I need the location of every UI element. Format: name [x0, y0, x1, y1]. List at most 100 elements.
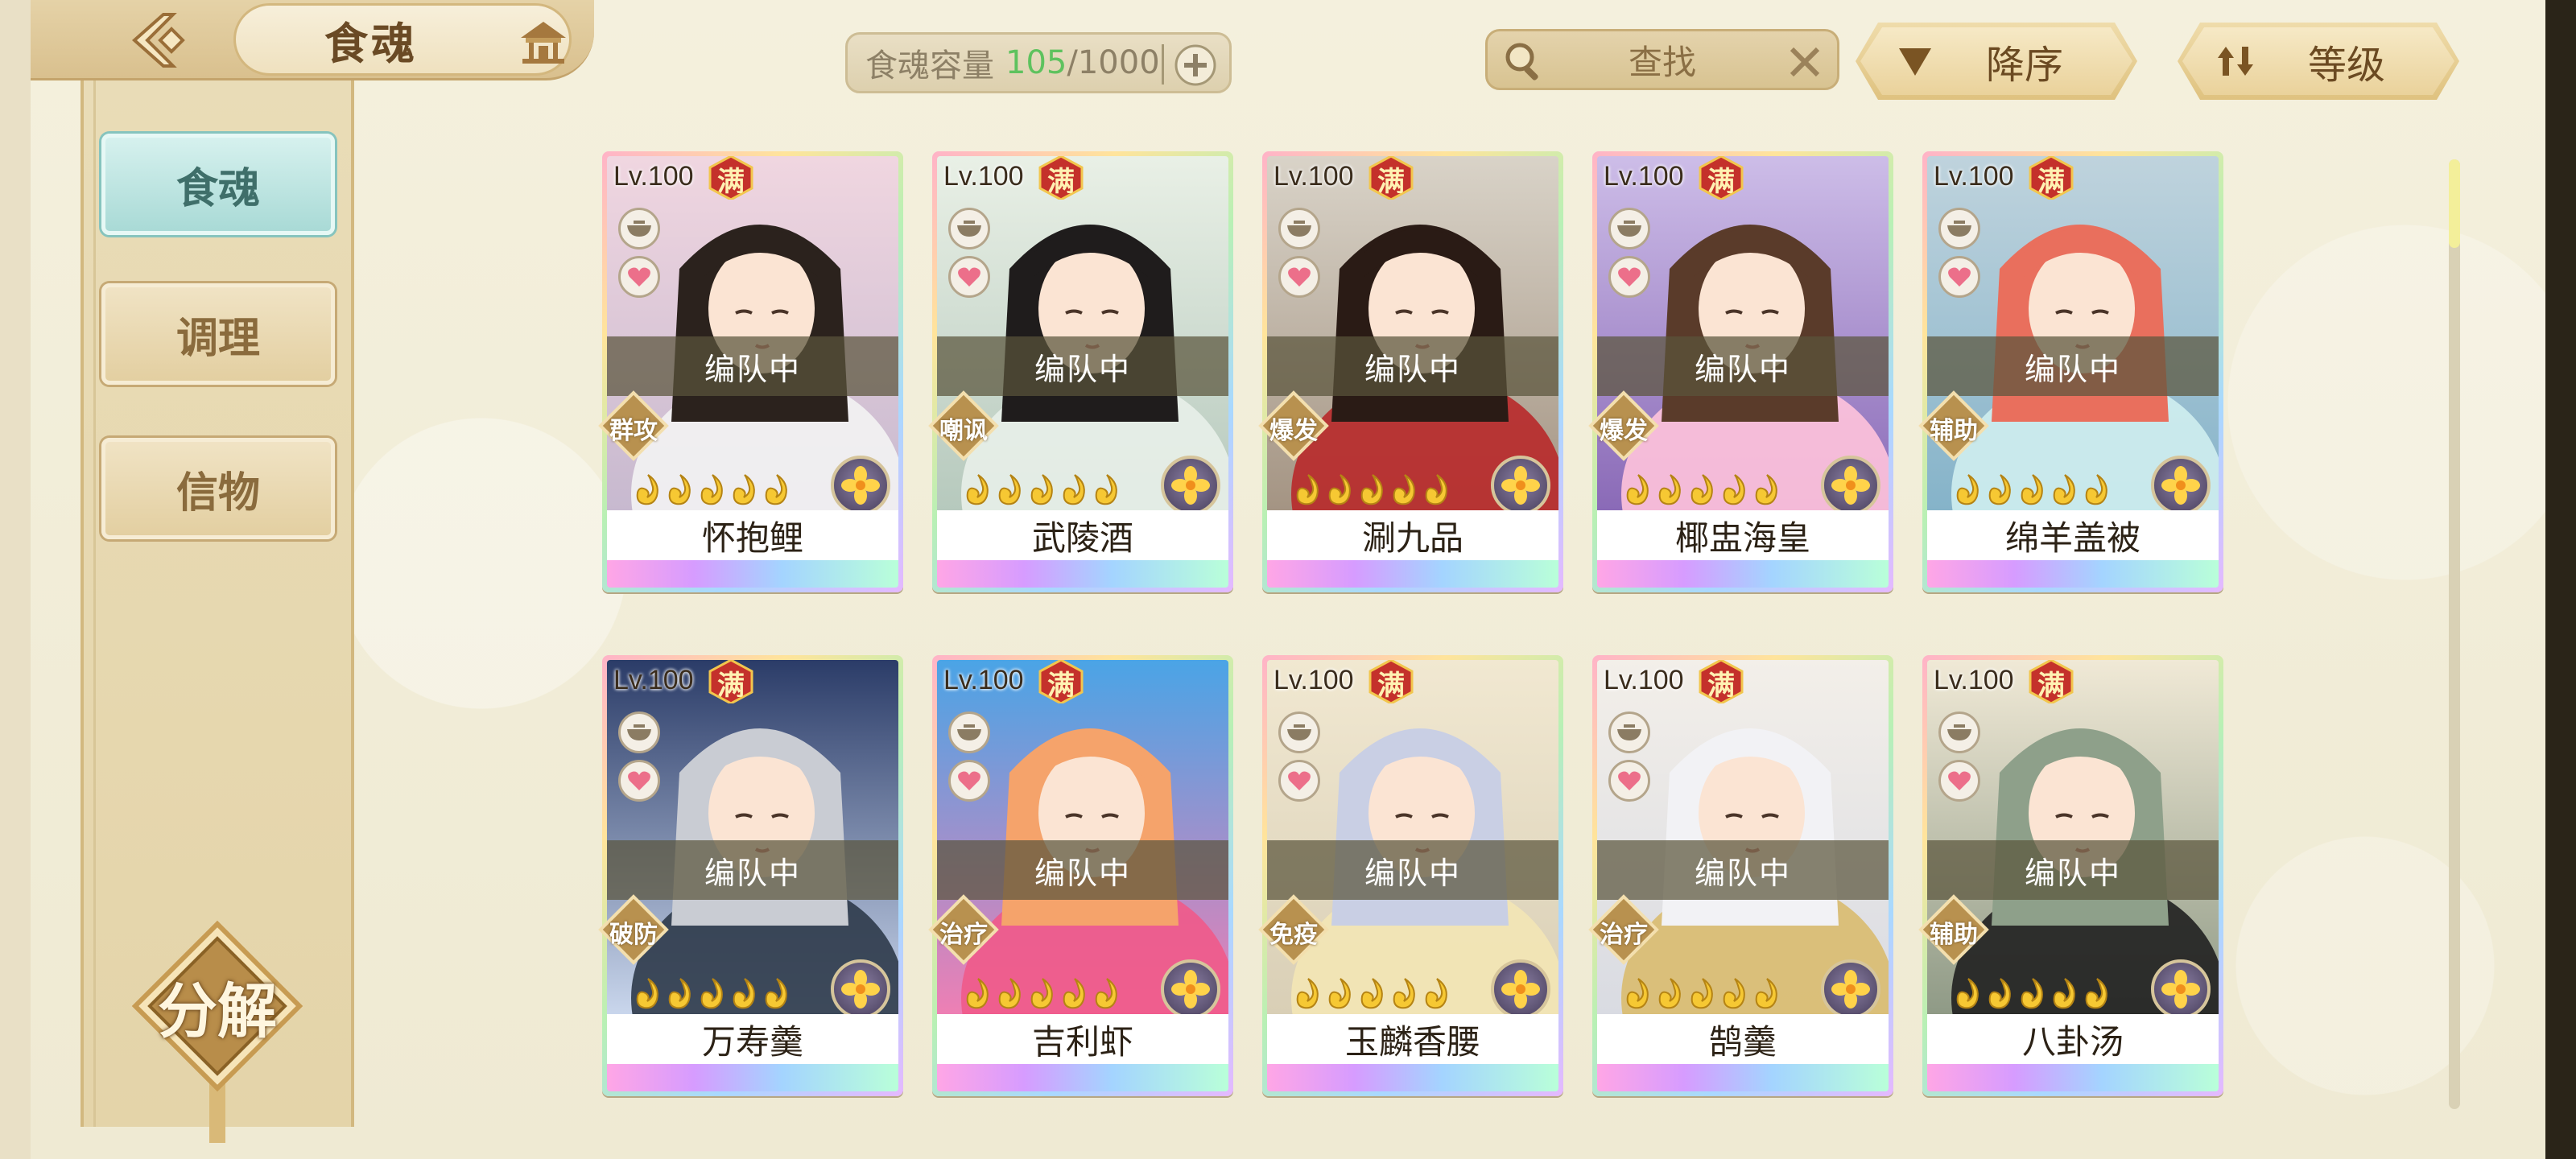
card-inner: Lv.100 满编队中 玉麟香腰: [1267, 660, 1558, 1091]
card-level: Lv.100: [943, 665, 1024, 695]
card-inner: Lv.100 满编队中 万寿羹: [607, 660, 898, 1091]
tab-keepsake[interactable]: 信物: [101, 438, 335, 539]
role-label: 治疗: [939, 921, 988, 949]
rarity-band: [1927, 1064, 2219, 1091]
capacity-label: 食魂容量: [865, 47, 994, 85]
title-plate: 食魂: [233, 3, 572, 76]
max-level-badge: 满: [708, 156, 753, 201]
max-level-text: 满: [1377, 670, 1405, 702]
sort-order-button[interactable]: 降序: [1856, 23, 2137, 100]
role-badge: 免疫: [1257, 893, 1330, 966]
heart-icon: [1278, 760, 1320, 802]
rarity-band: [607, 560, 898, 588]
heart-icon: [1938, 256, 1980, 298]
max-level-badge: 满: [2029, 156, 2074, 201]
food-soul-card[interactable]: Lv.100 满编队中 涮九品 爆发: [1258, 151, 1563, 592]
flower-emblem-icon: [1491, 456, 1550, 515]
game-screen: 食魂 食魂容量 105 / 1000 查找 降序 等级 食魂 调理 信物 分解 …: [0, 0, 2576, 1159]
add-capacity-button[interactable]: [1173, 43, 1218, 88]
tab-food-soul-label: 食魂: [175, 163, 260, 213]
star-icon: [762, 975, 792, 1011]
star-icon: [1752, 975, 1782, 1011]
food-soul-card[interactable]: Lv.100 满编队中 八卦汤 辅助: [1918, 655, 2223, 1096]
star-icon: [1719, 472, 1750, 507]
star-icon: [2017, 975, 2048, 1011]
card-level: Lv.100: [943, 161, 1024, 192]
search-label: 查找: [1628, 42, 1696, 82]
max-level-text: 满: [717, 670, 745, 702]
star-icon: [1655, 975, 1686, 1011]
star-icon: [963, 975, 993, 1011]
close-icon[interactable]: [1785, 43, 1824, 81]
character-name: 吉利虾: [937, 1014, 1228, 1064]
bowl-icon: [1278, 208, 1320, 250]
capacity-current: 105: [1005, 44, 1067, 81]
sort-key-button[interactable]: 等级: [2178, 23, 2459, 100]
scrollbar[interactable]: [2449, 159, 2460, 1109]
star-icon: [1059, 472, 1090, 507]
max-level-text: 满: [2037, 670, 2065, 702]
star-icon: [1389, 975, 1420, 1011]
star-icon: [1325, 472, 1356, 507]
flower-emblem-icon: [831, 959, 890, 1019]
bowl-icon: [618, 208, 660, 250]
role-label: 嘲讽: [939, 417, 988, 445]
tab-conditioning-label: 调理: [175, 313, 260, 363]
decompose-button[interactable]: 分解: [129, 918, 306, 1143]
max-level-text: 满: [717, 166, 745, 198]
in-team-status: 编队中: [1927, 840, 2219, 900]
max-level-badge: 满: [1038, 156, 1084, 201]
star-icon: [633, 975, 663, 1011]
star-icon: [1719, 975, 1750, 1011]
heart-icon: [1278, 256, 1320, 298]
food-soul-card[interactable]: Lv.100 满编队中 怀抱鲤 群攻: [598, 151, 903, 592]
character-name: 椰盅海皇: [1597, 510, 1889, 560]
food-soul-card[interactable]: Lv.100 满编队中 绵羊盖被 辅助: [1918, 151, 2223, 592]
heart-icon: [948, 760, 990, 802]
food-soul-card[interactable]: Lv.100 满编队中 鹄羹 治疗: [1588, 655, 1893, 1096]
card-level: Lv.100: [1934, 665, 2014, 695]
max-level-text: 满: [1707, 166, 1735, 198]
food-soul-card[interactable]: Lv.100 满编队中 椰盅海皇 爆发: [1588, 151, 1893, 592]
pavilion-icon[interactable]: [518, 20, 569, 65]
card-inner: Lv.100 满编队中 八卦汤: [1927, 660, 2219, 1091]
rarity-band: [1597, 1064, 1889, 1091]
max-level-badge: 满: [1368, 660, 1414, 705]
food-soul-card[interactable]: Lv.100 满编队中 武陵酒 嘲讽: [928, 151, 1233, 592]
flower-emblem-icon: [1821, 456, 1880, 515]
star-rating: [1623, 472, 1782, 507]
role-badge: 辅助: [1918, 893, 1990, 966]
card-level: Lv.100: [613, 161, 694, 192]
food-soul-card[interactable]: Lv.100 满编队中 万寿羹 破防: [598, 655, 903, 1096]
tab-conditioning[interactable]: 调理: [101, 283, 335, 385]
star-icon: [1623, 975, 1653, 1011]
sort-order-label: 降序: [1985, 43, 2063, 88]
search-bar[interactable]: 查找: [1485, 29, 1839, 90]
food-soul-card[interactable]: Lv.100 满编队中 吉利虾 治疗: [928, 655, 1233, 1096]
star-icon: [2082, 472, 2112, 507]
star-icon: [729, 472, 760, 507]
heart-icon: [948, 256, 990, 298]
tab-food-soul[interactable]: 食魂: [101, 134, 335, 235]
rarity-band: [1267, 1064, 1558, 1091]
food-soul-card[interactable]: Lv.100 满编队中 玉麟香腰 免疫: [1258, 655, 1563, 1096]
right-edge: [2545, 0, 2576, 1159]
back-button[interactable]: [121, 10, 201, 71]
character-name: 玉麟香腰: [1267, 1014, 1558, 1064]
card-level: Lv.100: [1274, 161, 1354, 192]
bowl-icon: [1608, 711, 1650, 753]
max-level-text: 满: [1047, 166, 1075, 198]
star-rating: [633, 975, 792, 1011]
sort-key-label: 等级: [2307, 43, 2385, 88]
in-team-status: 编队中: [607, 840, 898, 900]
bowl-icon: [948, 711, 990, 753]
flower-emblem-icon: [1161, 959, 1220, 1019]
role-badge: 破防: [597, 893, 670, 966]
flower-emblem-icon: [2151, 959, 2211, 1019]
scrollbar-thumb[interactable]: [2449, 159, 2460, 248]
bowl-icon: [1938, 208, 1980, 250]
heart-icon: [1608, 256, 1650, 298]
rarity-band: [1267, 560, 1558, 588]
star-icon: [1422, 975, 1452, 1011]
flower-emblem-icon: [831, 456, 890, 515]
